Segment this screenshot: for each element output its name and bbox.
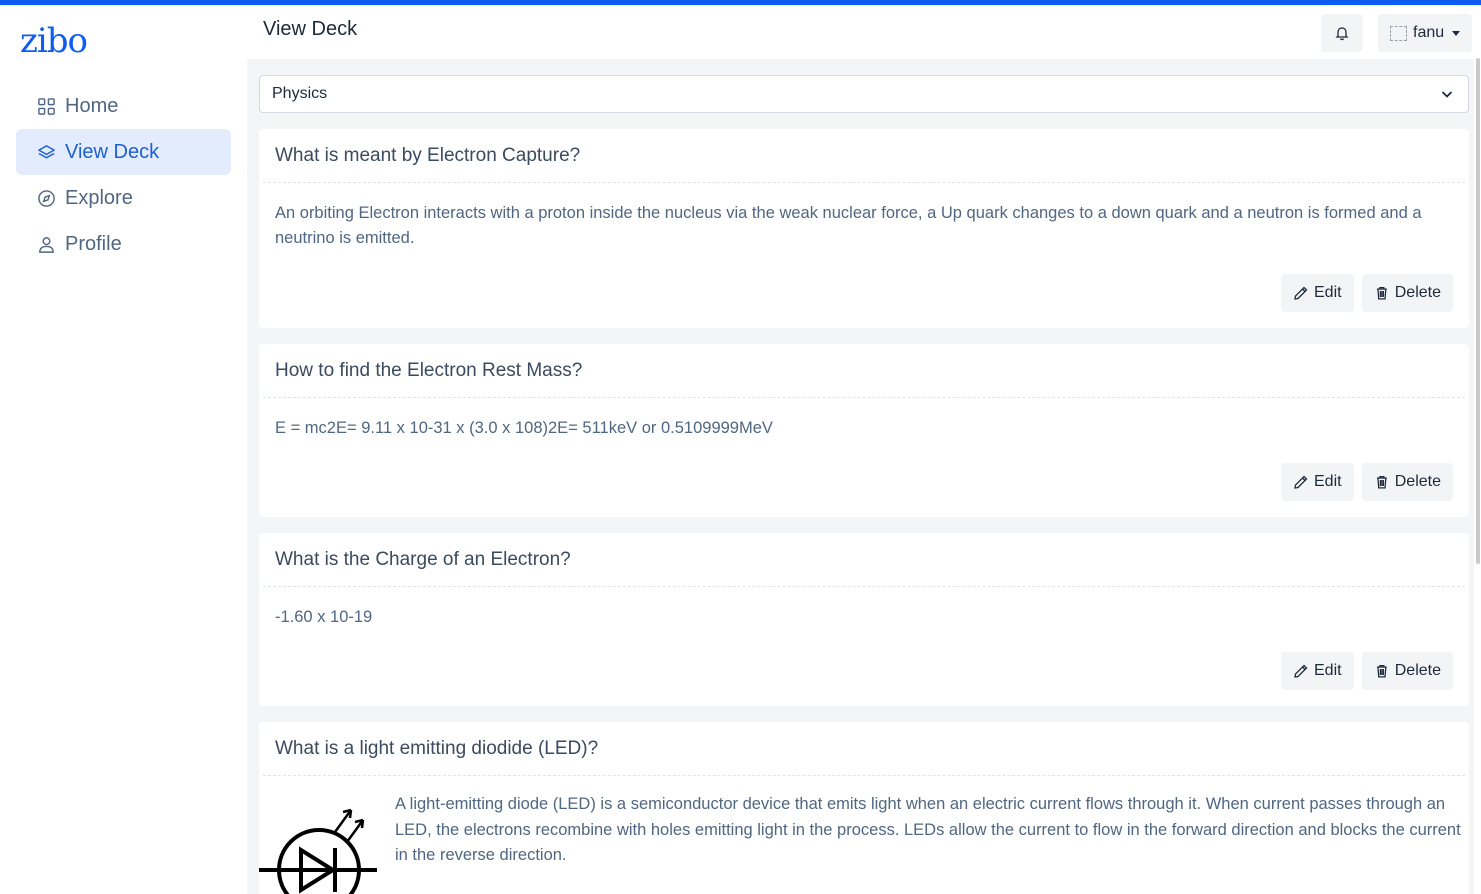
- sidebar-item-home[interactable]: Home: [16, 83, 231, 129]
- bell-icon: [1335, 27, 1349, 41]
- card-question: What is meant by Electron Capture?: [263, 129, 1465, 183]
- card-actions: Edit Delete: [1281, 274, 1453, 312]
- deck-select[interactable]: Physics: [259, 75, 1469, 113]
- pencil-icon: [1294, 475, 1308, 489]
- edit-label: Edit: [1314, 284, 1342, 301]
- edit-button[interactable]: Edit: [1281, 274, 1354, 312]
- flashcard: What is the Charge of an Electron? -1.60…: [259, 533, 1469, 706]
- pencil-icon: [1294, 286, 1308, 300]
- delete-button[interactable]: Delete: [1362, 274, 1453, 312]
- main-content: Physics What is meant by Electron Captur…: [247, 59, 1474, 894]
- page-title: View Deck: [263, 18, 358, 40]
- trash-icon: [1376, 664, 1387, 678]
- scrollbar[interactable]: [1476, 58, 1480, 564]
- sidebar-item-explore[interactable]: Explore: [16, 175, 231, 221]
- sidebar-nav: Home View Deck Explore Profile: [16, 83, 231, 267]
- sidebar-item-label: View Deck: [65, 140, 160, 163]
- edit-button[interactable]: Edit: [1281, 463, 1354, 501]
- sidebar: zibo Home View Deck Explore Profile: [0, 5, 247, 894]
- chevron-down-icon: [1441, 91, 1453, 98]
- flashcard: How to find the Electron Rest Mass? E = …: [259, 344, 1469, 517]
- user-name: fanu: [1413, 24, 1445, 41]
- card-actions: Edit Delete: [1281, 463, 1453, 501]
- trash-icon: [1376, 286, 1387, 300]
- sidebar-item-label: Home: [65, 94, 119, 117]
- user-menu-button[interactable]: fanu: [1378, 14, 1472, 52]
- trash-icon: [1376, 475, 1387, 489]
- edit-label: Edit: [1314, 662, 1342, 679]
- sidebar-item-label: Profile: [65, 232, 122, 255]
- card-answer: A light-emitting diode (LED) is a semico…: [395, 795, 1461, 864]
- notifications-button[interactable]: [1321, 14, 1363, 52]
- led-diagram-image: [259, 808, 377, 894]
- flashcard: What is meant by Electron Capture? An or…: [259, 129, 1469, 328]
- flashcard: What is a light emitting diodide (LED)? …: [259, 722, 1469, 894]
- delete-label: Delete: [1394, 662, 1441, 679]
- pencil-icon: [1294, 664, 1308, 678]
- sidebar-item-profile[interactable]: Profile: [16, 221, 231, 267]
- logo[interactable]: zibo: [20, 21, 88, 61]
- delete-label: Delete: [1394, 473, 1441, 490]
- user-icon: [36, 234, 56, 254]
- card-answer: -1.60 x 10-19: [275, 608, 373, 626]
- deck-select-value: Physics: [272, 85, 328, 102]
- card-answer: E = mc2E= 9.11 x 10-31 x (3.0 x 108)2E= …: [275, 419, 773, 437]
- card-question: How to find the Electron Rest Mass?: [263, 344, 1465, 398]
- delete-button[interactable]: Delete: [1362, 652, 1453, 690]
- edit-button[interactable]: Edit: [1281, 652, 1354, 690]
- card-actions: Edit Delete: [1281, 652, 1453, 690]
- avatar: [1390, 25, 1407, 41]
- sidebar-item-label: Explore: [65, 186, 133, 209]
- card-question: What is a light emitting diodide (LED)?: [263, 722, 1465, 776]
- delete-button[interactable]: Delete: [1362, 463, 1453, 501]
- card-question: What is the Charge of an Electron?: [263, 533, 1465, 587]
- card-answer-with-image: A light-emitting diode (LED) is a semico…: [259, 776, 1469, 894]
- edit-label: Edit: [1314, 473, 1342, 490]
- header: View Deck fanu: [247, 5, 1481, 59]
- delete-label: Delete: [1394, 284, 1441, 301]
- card-answer: An orbiting Electron interacts with a pr…: [275, 204, 1422, 247]
- layers-icon: [36, 142, 56, 162]
- grid-icon: [36, 96, 56, 116]
- compass-icon: [36, 188, 56, 208]
- caret-down-icon: [1452, 30, 1461, 36]
- sidebar-item-view-deck[interactable]: View Deck: [16, 129, 231, 175]
